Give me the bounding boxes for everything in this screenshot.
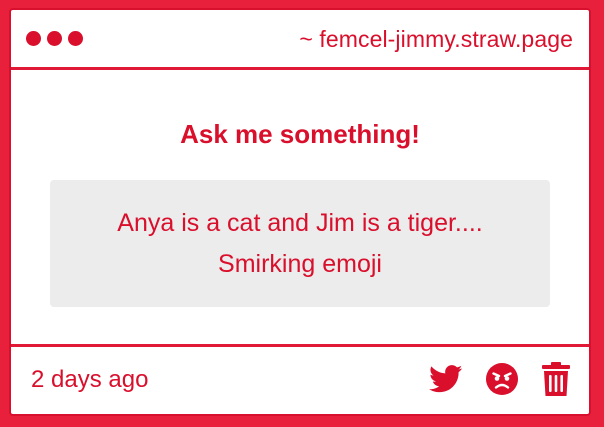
trash-icon [542, 362, 570, 396]
share-twitter-button[interactable] [429, 365, 463, 393]
window-dot [47, 31, 62, 46]
action-bar [429, 361, 571, 397]
window-dots [26, 31, 83, 46]
twitter-icon [429, 365, 463, 393]
question-card: ~ femcel-jimmy.straw.page Ask me somethi… [9, 8, 591, 416]
page-url[interactable]: ~ femcel-jimmy.straw.page [299, 26, 573, 53]
delete-button[interactable] [541, 361, 571, 397]
question-text: Anya is a cat and Jim is a tiger.... Smi… [117, 208, 483, 278]
title-bar: ~ femcel-jimmy.straw.page [11, 10, 589, 70]
main-content: Ask me something! Anya is a cat and Jim … [11, 70, 589, 349]
window-dot [26, 31, 41, 46]
card-footer: 2 days ago [11, 344, 589, 414]
angry-face-icon [486, 363, 518, 395]
react-angry-button[interactable] [485, 362, 519, 396]
window-dot [68, 31, 83, 46]
timestamp: 2 days ago [31, 366, 149, 393]
page-title: Ask me something! [180, 119, 420, 149]
question-box: Anya is a cat and Jim is a tiger.... Smi… [50, 180, 550, 307]
